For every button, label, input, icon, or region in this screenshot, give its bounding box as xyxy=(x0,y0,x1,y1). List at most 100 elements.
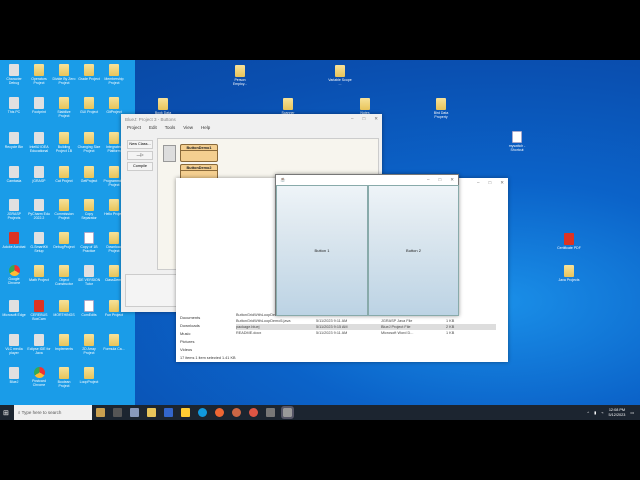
desktop-icon[interactable]: Copy of 1B Practice xyxy=(77,232,101,253)
desktop-icon[interactable]: Notes xyxy=(353,98,377,115)
close-button[interactable]: ✕ xyxy=(450,177,454,183)
file-row[interactable]: README.docx 5/11/2023 9:11 AM Microsoft Wo… xyxy=(236,330,496,336)
desktop-icon[interactable]: IntelliJ IDEA Educational xyxy=(27,132,51,153)
desktop-icon[interactable]: Adobe Acrobat xyxy=(2,232,26,249)
battery-icon[interactable]: ▮ xyxy=(594,410,596,415)
chrome-profile-icon[interactable] xyxy=(231,408,241,417)
desktop-icon[interactable]: Math Project xyxy=(27,265,51,282)
desktop-icon[interactable]: Formula Ca... xyxy=(102,334,126,351)
nav-pictures[interactable]: Pictures xyxy=(180,338,200,346)
desktop-icon[interactable]: This PC xyxy=(2,97,26,114)
desktop-icon[interactable]: Commission Project xyxy=(52,199,76,220)
desktop-icon[interactable]: Postcard Chrome xyxy=(27,367,51,387)
button-2[interactable]: Button 2 xyxy=(368,185,459,316)
menu-help[interactable]: Help xyxy=(201,125,210,132)
search-box[interactable]: ⌕ Type here to search xyxy=(13,405,92,420)
desktop-icon[interactable]: Microsoft Edge xyxy=(2,300,26,317)
desktop-icon[interactable]: Changing Size Project xyxy=(77,132,101,153)
store-icon[interactable] xyxy=(180,408,190,417)
desktop-icon-label: Java Projects xyxy=(558,278,580,282)
desktop-icon[interactable]: VLC media player xyxy=(2,334,26,355)
intellij-icon[interactable] xyxy=(163,408,173,417)
minimize-button[interactable]: – xyxy=(351,116,354,122)
chevron-up-icon[interactable]: ^ xyxy=(587,411,589,415)
desktop-icon[interactable]: Character Debug xyxy=(2,64,26,85)
java-frame-window[interactable]: ☕ – □ ✕ Button 1 Button 2 xyxy=(275,174,459,316)
desktop-icon[interactable]: Membership Project xyxy=(102,64,126,85)
desktop-icon[interactable]: Scanner xyxy=(276,98,300,115)
minimize-button[interactable]: – xyxy=(427,177,430,183)
app-icon[interactable] xyxy=(265,408,275,417)
desktop-icon[interactable]: Copy Separator xyxy=(77,199,101,220)
class-buttondemo1[interactable]: ButtonDemo1 xyxy=(180,144,218,162)
desktop-icon[interactable]: Object Constructor xyxy=(52,265,76,286)
desktop-icon[interactable]: Java Projects xyxy=(557,265,581,282)
menu-tools[interactable]: Tools xyxy=(165,125,176,132)
nav-documents[interactable]: Documents xyxy=(180,314,200,322)
desktop-icon[interactable]: Camtasia xyxy=(2,166,26,183)
clock[interactable]: 12:08 PM 5/12/2023 xyxy=(609,408,626,417)
start-icon[interactable]: ⊞ xyxy=(3,409,9,417)
desktop-icon[interactable]: IDE VERSION Tutor xyxy=(77,265,101,286)
desktop-icon[interactable]: Person Employ... xyxy=(228,65,252,86)
button-1[interactable]: Button 1 xyxy=(276,185,368,316)
folder-icon xyxy=(283,98,293,110)
task-view-icon[interactable] xyxy=(112,408,122,417)
desktop-icon[interactable]: ComEdits xyxy=(77,300,101,317)
new-class-button[interactable]: New Class... xyxy=(127,140,153,149)
bluej-taskbar-icon[interactable] xyxy=(129,408,139,417)
desktop-icon[interactable]: MORTHINGS xyxy=(52,300,76,317)
desktop-icon[interactable]: Certificate PDF xyxy=(557,233,581,250)
desktop-icon[interactable]: Footprint xyxy=(27,97,51,114)
inheritance-arrow-button[interactable]: —▷ xyxy=(127,151,153,160)
desktop-icon[interactable]: Cat Project xyxy=(52,166,76,183)
network-icon[interactable]: ⌁ xyxy=(601,410,603,415)
menu-edit[interactable]: Edit xyxy=(149,125,157,132)
desktop-icon[interactable]: LoopProject xyxy=(77,367,101,384)
desktop-icon[interactable]: JGRASP Projects xyxy=(2,199,26,220)
chrome-icon[interactable] xyxy=(214,408,224,417)
desktop-icon[interactable]: Google Chrome xyxy=(2,265,26,285)
close-button[interactable]: ✕ xyxy=(374,116,378,122)
maximize-button[interactable]: □ xyxy=(439,177,442,183)
desktop-icon[interactable]: Eclipse IDE for Java xyxy=(27,334,51,355)
desktop-icon[interactable]: GitProject xyxy=(102,97,126,114)
desktop-icon[interactable]: G-SmartKit Setup xyxy=(27,232,51,253)
close-button[interactable]: ✕ xyxy=(500,180,504,186)
desktop-icon[interactable]: GetProject xyxy=(77,166,101,183)
menu-view[interactable]: View xyxy=(183,125,193,132)
desktop-icon[interactable]: Divide By Zero Project xyxy=(52,64,76,85)
desktop-icon[interactable]: DebugProject xyxy=(52,232,76,249)
maximize-button[interactable]: □ xyxy=(489,180,492,186)
compile-button[interactable]: Compile xyxy=(127,162,153,171)
desktop-icon[interactable]: Building Project 1B xyxy=(52,132,76,153)
menu-project[interactable]: Project xyxy=(127,125,141,132)
readme-icon[interactable] xyxy=(163,145,176,162)
desktop-icon[interactable]: Recycle Bin xyxy=(2,132,26,149)
nav-music[interactable]: Music xyxy=(180,330,200,338)
desktop-icon[interactable]: myswitch - Shortcut xyxy=(505,131,529,152)
chrome-profile2-icon[interactable] xyxy=(248,408,258,417)
desktop-icon[interactable]: 2D Array Project xyxy=(77,334,101,355)
desktop-icon[interactable]: CEREBUS BoxCam xyxy=(27,300,51,321)
notification-icon[interactable]: ▭ xyxy=(630,410,634,415)
desktop-icon[interactable]: BlueJ xyxy=(2,367,26,384)
desktop-icon[interactable]: PyCharm Edu 2022.2 xyxy=(27,199,51,220)
desktop-icon[interactable]: Book Data xyxy=(151,98,175,115)
file-explorer-icon[interactable] xyxy=(146,408,156,417)
desktop-icon[interactable]: Variable Scope ... xyxy=(328,65,352,86)
desktop-icon[interactable]: Bird Data Property xyxy=(429,98,453,119)
edge-icon[interactable] xyxy=(197,408,207,417)
desktop-icon[interactable]: Grade Project xyxy=(77,64,101,81)
desktop-icon[interactable]: Operators Project xyxy=(27,64,51,85)
desktop-icon[interactable]: Implements xyxy=(52,334,76,351)
desktop-icon[interactable]: jGRASP xyxy=(27,166,51,183)
desktop-icon[interactable]: GUI Project xyxy=(77,97,101,114)
desktop-icon[interactable]: Boolean Project xyxy=(52,367,76,388)
desktop-icon[interactable]: Stabilize Project xyxy=(52,97,76,118)
maximize-button[interactable]: □ xyxy=(363,116,366,122)
minimize-button[interactable]: – xyxy=(477,180,480,186)
nav-downloads[interactable]: Downloads xyxy=(180,322,200,330)
nav-videos[interactable]: Videos xyxy=(180,346,200,354)
java-taskbar-icon[interactable] xyxy=(280,406,294,419)
